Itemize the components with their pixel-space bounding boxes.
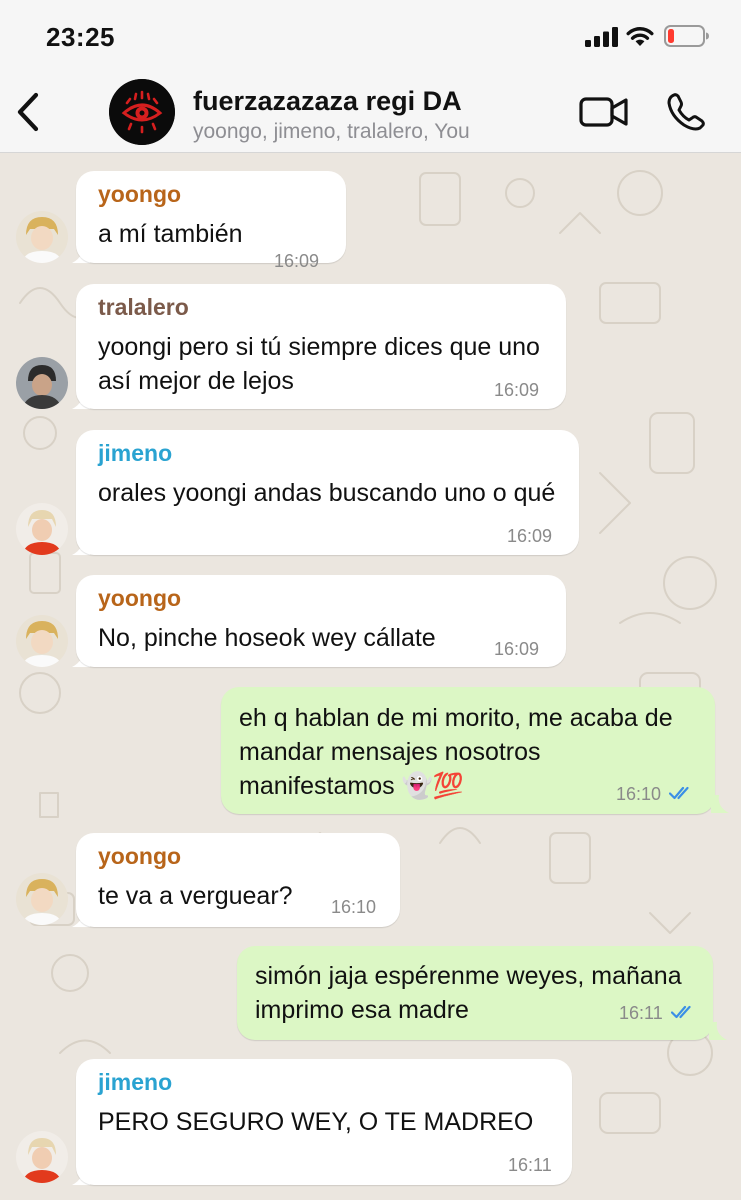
video-call-button[interactable] [578,94,630,130]
red-eye-icon [109,79,175,145]
message-bubble-8[interactable]: jimeno PERO SEGURO WEY, O TE MADREO 16:1… [76,1059,572,1185]
group-title[interactable]: fuerzazazaza regi DA [193,86,462,117]
message-sender: yoongo [98,585,182,611]
message-time: 16:09 [274,251,320,271]
avatar-jimeno[interactable] [16,1131,68,1183]
chevron-left-icon [17,92,39,132]
group-avatar[interactable] [109,79,175,145]
phone-icon [667,93,705,131]
back-button[interactable] [10,86,50,138]
signal-icon [585,27,618,47]
message-time: 16:11 [619,1003,663,1023]
person-avatar-icon [16,873,68,925]
message-sender: jimeno [98,440,173,466]
person-avatar-icon [16,615,68,667]
message-text: PERO SEGURO WEY, O TE MADREO [98,1108,534,1136]
avatar-yoongo[interactable] [16,873,68,925]
message-bubble-7[interactable]: simón jaja espérenme weyes, mañana impri… [237,946,713,1040]
double-check-icon [669,786,689,800]
voice-call-button[interactable] [664,92,708,132]
message-bubble-4[interactable]: yoongo No, pinche hoseok wey cállate 16:… [76,575,566,667]
avatar-yoongo[interactable] [16,211,68,263]
wifi-icon [626,27,654,46]
message-bubble-3[interactable]: jimeno orales yoongi andas buscando uno … [76,430,579,555]
message-time: 16:10 [331,897,377,917]
chat-area[interactable]: yoongo a mí también 16:09 tralalero yoon… [0,153,741,1200]
status-bar: 23:25 [0,0,741,72]
status-time: 23:25 [46,22,115,52]
chat-header: fuerzazazaza regi DA yoongo, jimeno, tra… [0,72,741,153]
message-time: 16:10 [616,784,662,804]
message-text: No, pinche hoseok wey cállate [98,624,436,652]
message-time: 16:09 [494,380,540,400]
message-time: 16:09 [494,639,540,659]
avatar-yoongo[interactable] [16,615,68,667]
person-avatar-icon [16,357,68,409]
person-avatar-icon [16,211,68,263]
bubble-tail [711,795,729,813]
bubble-tail [709,1022,727,1040]
message-bubble-2[interactable]: tralalero yoongi pero si tú siempre dice… [76,284,566,409]
person-avatar-icon [16,503,68,555]
message-bubble-6[interactable]: yoongo te va a verguear? 16:10 [76,833,400,927]
group-members[interactable]: yoongo, jimeno, tralalero, You [193,120,470,144]
message-sender: yoongo [98,181,182,207]
message-text: te va a verguear? [98,882,293,910]
message-time: 16:09 [507,526,553,546]
message-text: yoongi pero si tú siempre dices que uno … [98,333,540,395]
message-bubble-5[interactable]: eh q hablan de mi morito, me acaba de ma… [221,687,715,814]
message-sender: jimeno [98,1069,173,1095]
video-camera-icon [579,97,628,127]
message-time: 16:11 [508,1155,552,1175]
double-check-icon [671,1005,691,1019]
avatar-tralalero[interactable] [16,357,68,409]
battery-icon [664,25,709,47]
message-text: orales yoongi andas buscando uno o qué [98,479,556,507]
person-avatar-icon [16,1131,68,1183]
avatar-jimeno[interactable] [16,503,68,555]
message-text: a mí también [98,220,243,248]
message-sender: yoongo [98,843,182,869]
message-bubble-1[interactable]: yoongo a mí también 16:09 [76,171,346,271]
message-sender: tralalero [98,294,189,320]
